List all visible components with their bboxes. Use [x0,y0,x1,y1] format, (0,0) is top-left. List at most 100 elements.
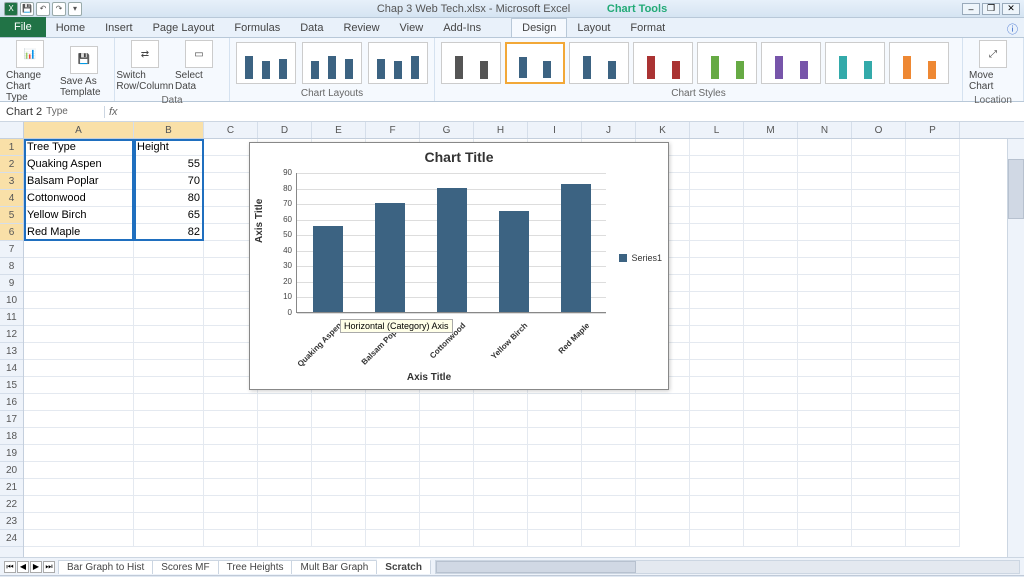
cell-b11[interactable] [134,309,204,326]
col-header-o[interactable]: O [852,122,906,138]
cell-a23[interactable] [24,513,134,530]
cell[interactable] [852,530,906,547]
col-header-n[interactable]: N [798,122,852,138]
cell[interactable] [744,173,798,190]
cell[interactable] [690,530,744,547]
tab-home[interactable]: Home [46,19,95,37]
cell[interactable] [636,530,690,547]
cell[interactable] [528,530,582,547]
hscroll-thumb[interactable] [436,561,636,573]
cell[interactable] [204,479,258,496]
cell[interactable] [690,394,744,411]
cell[interactable] [204,530,258,547]
col-header-i[interactable]: I [528,122,582,138]
cell[interactable] [636,428,690,445]
embedded-chart[interactable]: Chart Title Axis Title 90807060504030201… [249,142,669,390]
cell[interactable] [690,241,744,258]
cell[interactable] [582,496,636,513]
cell[interactable] [744,377,798,394]
cell[interactable] [582,462,636,479]
cell[interactable] [474,530,528,547]
row-header-17[interactable]: 17 [0,411,23,428]
cell-a13[interactable] [24,343,134,360]
cell-b24[interactable] [134,530,204,547]
cell-b2[interactable]: 55 [134,156,204,173]
col-header-h[interactable]: H [474,122,528,138]
style-thumb-6[interactable] [761,42,821,84]
cell[interactable] [798,139,852,156]
cell[interactable] [528,428,582,445]
row-header-7[interactable]: 7 [0,241,23,258]
cell[interactable] [420,513,474,530]
cell[interactable] [636,394,690,411]
tab-layout[interactable]: Layout [567,19,620,37]
row-header-4[interactable]: 4 [0,190,23,207]
cell[interactable] [798,479,852,496]
cell-b9[interactable] [134,275,204,292]
cell[interactable] [636,462,690,479]
cell[interactable] [366,394,420,411]
cell[interactable] [744,479,798,496]
cell[interactable] [744,207,798,224]
cell[interactable] [636,445,690,462]
cell[interactable] [474,479,528,496]
chart-title[interactable]: Chart Title [250,143,668,167]
cell-b1[interactable]: Height [134,139,204,156]
cell[interactable] [906,462,960,479]
cell[interactable] [420,411,474,428]
cell[interactable] [852,309,906,326]
x-axis-title[interactable]: Axis Title [250,372,608,383]
cell[interactable] [204,496,258,513]
style-thumb-5[interactable] [697,42,757,84]
save-icon[interactable]: 💾 [20,2,34,16]
style-thumb-7[interactable] [825,42,885,84]
cell-b21[interactable] [134,479,204,496]
cell[interactable] [420,496,474,513]
cell-b6[interactable]: 82 [134,224,204,241]
cell[interactable] [906,411,960,428]
cell[interactable] [798,411,852,428]
row-header-12[interactable]: 12 [0,326,23,343]
col-header-e[interactable]: E [312,122,366,138]
cell-b14[interactable] [134,360,204,377]
cell-b10[interactable] [134,292,204,309]
cell-a16[interactable] [24,394,134,411]
cell[interactable] [852,462,906,479]
cell[interactable] [258,479,312,496]
cell[interactable] [204,411,258,428]
tab-format[interactable]: Format [620,19,675,37]
cell[interactable] [366,496,420,513]
cell[interactable] [906,530,960,547]
cell[interactable] [258,496,312,513]
cell[interactable] [690,513,744,530]
row-header-20[interactable]: 20 [0,462,23,479]
cell[interactable] [420,479,474,496]
move-chart-button[interactable]: ⤢ Move Chart [969,40,1017,92]
fx-icon[interactable]: fx [109,106,118,118]
cell[interactable] [690,479,744,496]
row-header-2[interactable]: 2 [0,156,23,173]
cell[interactable] [852,445,906,462]
row-header-6[interactable]: 6 [0,224,23,241]
cell[interactable] [852,139,906,156]
cell[interactable] [798,530,852,547]
tab-addins[interactable]: Add-Ins [433,19,491,37]
cell[interactable] [906,258,960,275]
cell-b22[interactable] [134,496,204,513]
cell[interactable] [744,258,798,275]
cell[interactable] [420,445,474,462]
cell-b23[interactable] [134,513,204,530]
cell[interactable] [690,428,744,445]
cell[interactable] [744,241,798,258]
cell[interactable] [258,530,312,547]
cell[interactable] [798,190,852,207]
cell[interactable] [690,445,744,462]
cell[interactable] [312,530,366,547]
cell[interactable] [906,479,960,496]
row-header-1[interactable]: 1 [0,139,23,156]
cell[interactable] [690,207,744,224]
cell[interactable] [528,496,582,513]
sheet-nav-first[interactable]: ⏮ [4,561,16,573]
cell[interactable] [906,275,960,292]
cell[interactable] [852,292,906,309]
